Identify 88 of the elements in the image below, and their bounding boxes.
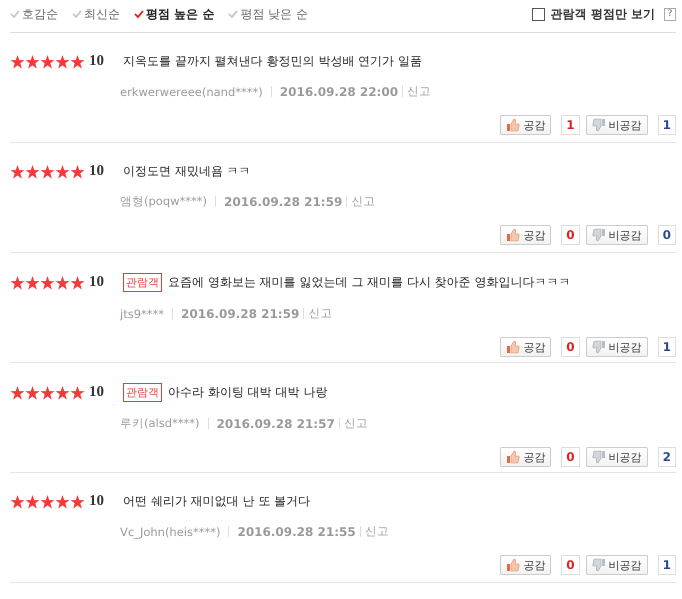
- date: 2016.09.28 21:55: [237, 524, 356, 538]
- date: 2016.09.28 22:00: [280, 84, 398, 98]
- star-icon: [40, 386, 55, 400]
- star-icon: [40, 164, 55, 178]
- review-text: 아수라 화이팅 대박 대박 나랑: [168, 384, 328, 401]
- author: 앰형(poqw****): [120, 194, 208, 209]
- sort-option[interactable]: 평점 낮은 순: [228, 6, 308, 22]
- star-icon: [10, 494, 25, 508]
- dislike-button[interactable]: 비공감: [586, 447, 648, 467]
- star-icon: [70, 164, 85, 178]
- score: 10: [89, 384, 105, 401]
- date: 2016.09.28 21:59: [181, 306, 300, 320]
- review-text: 이정도면 재밌네욤 ㅋㅋ: [123, 163, 251, 180]
- star-icon: [10, 386, 25, 400]
- filter-label: 관람객 평점만 보기: [550, 6, 655, 22]
- thumbs-down-icon: [592, 228, 606, 242]
- star-icon: [70, 386, 85, 400]
- star-icon: [25, 54, 40, 68]
- sort-option[interactable]: 호감순: [10, 6, 58, 22]
- star-icon: [25, 164, 40, 178]
- review-text: 요즘에 영화보는 재미를 잃었는데 그 재미를 다시 찾아준 영화입니다ㅋㅋㅋ: [168, 274, 571, 291]
- review-text: 어떤 쉐리가 재미없대 난 또 볼거다: [123, 493, 310, 510]
- sort-option[interactable]: 최신순: [72, 6, 120, 22]
- like-button[interactable]: 공감: [500, 555, 552, 575]
- star-icon: [55, 276, 70, 290]
- author: Vc_John(heis****): [120, 524, 220, 538]
- check-icon: [10, 9, 20, 19]
- author: jts9****: [120, 306, 164, 320]
- dislike-count: 2: [658, 447, 676, 467]
- star-icon: [10, 276, 25, 290]
- score: 10: [89, 493, 105, 510]
- like-button[interactable]: 공감: [500, 225, 552, 245]
- check-icon: [72, 9, 82, 19]
- like-button[interactable]: 공감: [500, 447, 552, 467]
- star-icon: [40, 276, 55, 290]
- check-icon: [228, 9, 238, 19]
- star-icon: [40, 54, 55, 68]
- star-icon: [70, 276, 85, 290]
- dislike-button[interactable]: 비공감: [586, 555, 648, 575]
- checkbox[interactable]: [532, 8, 545, 20]
- score: 10: [89, 163, 105, 180]
- dislike-count: 1: [658, 337, 676, 357]
- thumbs-up-icon: [506, 340, 520, 354]
- star-icon: [55, 164, 70, 178]
- star-icon: [40, 494, 55, 508]
- like-count: 0: [561, 555, 580, 575]
- score: 10: [89, 274, 105, 291]
- viewer-badge: 관람객: [123, 273, 162, 292]
- star-icon: [10, 54, 25, 68]
- like-button[interactable]: 공감: [500, 337, 552, 357]
- thumbs-down-icon: [592, 118, 606, 132]
- score: 10: [89, 53, 105, 70]
- thumbs-down-icon: [592, 340, 606, 354]
- like-count: 1: [561, 115, 580, 135]
- author: erkwerwereee(nand****): [120, 84, 263, 98]
- dislike-count: 0: [658, 225, 676, 245]
- like-count: 0: [561, 447, 580, 467]
- date: 2016.09.28 21:57: [216, 416, 335, 430]
- check-icon: [134, 9, 144, 19]
- star-icon: [55, 54, 70, 68]
- thumbs-down-icon: [592, 558, 606, 572]
- date: 2016.09.28 21:59: [224, 194, 342, 208]
- star-icon: [55, 494, 70, 508]
- like-count: 0: [561, 337, 580, 357]
- thumbs-down-icon: [592, 450, 606, 464]
- help-button[interactable]: ?: [664, 8, 676, 20]
- viewer-badge: 관람객: [123, 383, 162, 402]
- thumbs-up-icon: [506, 558, 520, 572]
- thumbs-up-icon: [506, 228, 520, 242]
- star-icon: [70, 494, 85, 508]
- author: 루키(alsd****): [120, 416, 200, 431]
- star-icon: [25, 386, 40, 400]
- like-count: 0: [561, 225, 580, 245]
- star-icon: [10, 164, 25, 178]
- star-icon: [25, 276, 40, 290]
- like-button[interactable]: 공감: [500, 115, 552, 135]
- thumbs-up-icon: [506, 118, 520, 132]
- dislike-button[interactable]: 비공감: [586, 115, 648, 135]
- star-icon: [25, 494, 40, 508]
- dislike-count: 1: [658, 555, 676, 575]
- dislike-button[interactable]: 비공감: [586, 225, 648, 245]
- dislike-count: 1: [658, 115, 676, 135]
- thumbs-up-icon: [506, 450, 520, 464]
- sort-option[interactable]: 평점 높은 순: [134, 6, 214, 22]
- dislike-button[interactable]: 비공감: [586, 337, 648, 357]
- review-text: 지옥도를 끝까지 펼쳐낸다 황정민의 박성배 연기가 일품: [123, 53, 422, 70]
- star-icon: [70, 54, 85, 68]
- star-icon: [55, 386, 70, 400]
